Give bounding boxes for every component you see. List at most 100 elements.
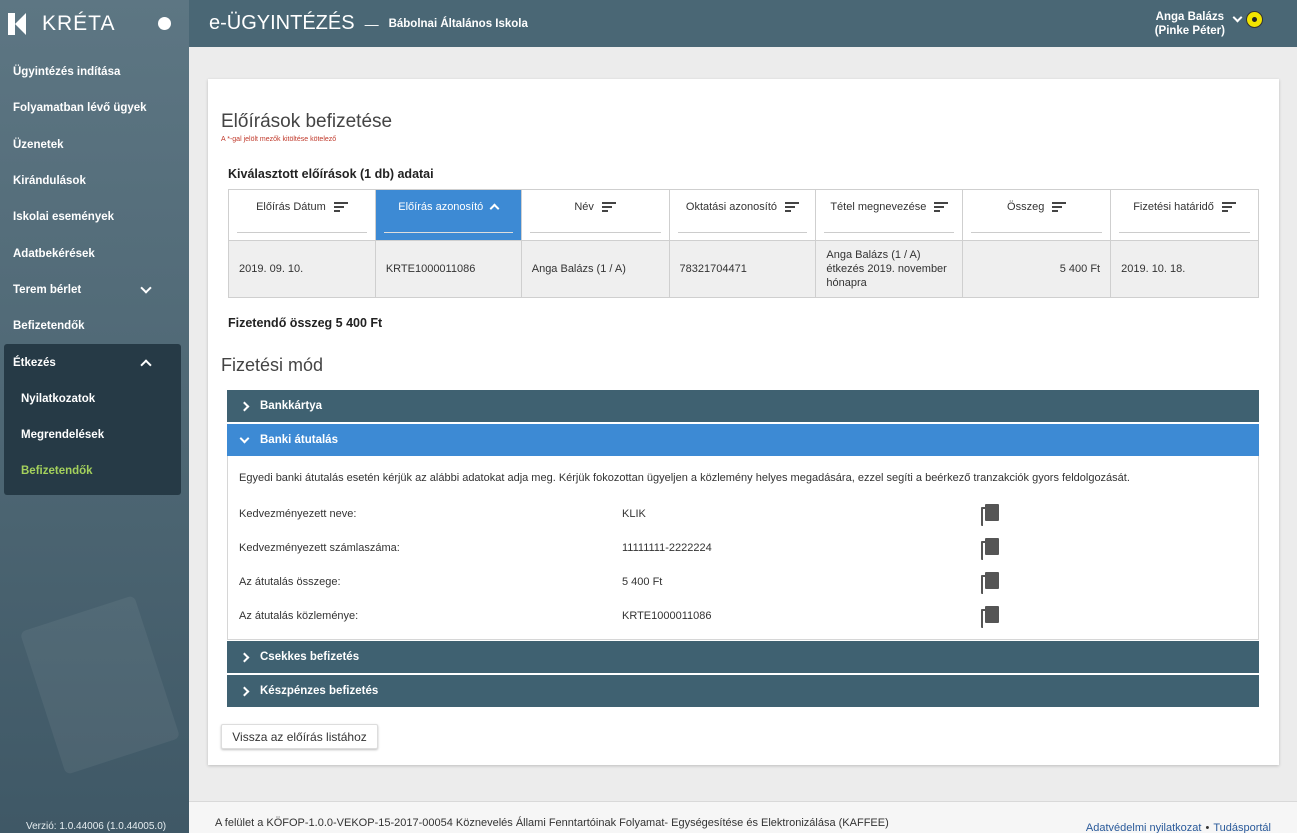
status-dot-icon[interactable] [158, 17, 171, 30]
back-to-list-button[interactable]: Vissza az előírás listához [221, 724, 378, 749]
cell-deadline: 2019. 10. 18. [1110, 240, 1259, 298]
app-title: e-ÜGYINTÉZÉS [209, 12, 355, 34]
field-label: Az átutalás összege: [239, 576, 341, 588]
field-value: 11111111-2222224 [622, 542, 712, 554]
copy-icon[interactable] [981, 606, 999, 628]
accordion-csekkes[interactable]: Csekkes befizetés [227, 641, 1259, 673]
chevron-right-icon [239, 652, 250, 662]
cell-date: 2019. 09. 10. [228, 240, 376, 298]
sidebar-item-terem-berlet[interactable]: Terem bérlet [0, 272, 189, 308]
sort-lines-icon[interactable] [1221, 202, 1236, 212]
accordion-bankkartya[interactable]: Bankkártya [227, 390, 1259, 422]
selected-items-table: Előírás Dátum Előírás azonosító Név Okta… [228, 189, 1259, 298]
footer: A felület a KÖFOP-1.0.0-VEKOP-15-2017-00… [189, 801, 1297, 833]
privacy-link[interactable]: Adatvédelmi nyilatkozat [1086, 822, 1202, 833]
kreta-logo-icon [8, 12, 30, 35]
cell-amount: 5 400 Ft [962, 240, 1112, 298]
sidebar: KRÉTA Ügyintézés indítása Folyamatban lé… [0, 0, 189, 833]
sidebar-background-decoration [19, 595, 181, 775]
sidebar-item-adatbekeresek[interactable]: Adatbekérések [0, 235, 189, 271]
column-header-name[interactable]: Név [520, 189, 670, 241]
user-subname: (Pinke Péter) [1154, 25, 1225, 37]
column-header-id[interactable]: Előírás azonosító [374, 189, 522, 241]
sort-lines-icon[interactable] [785, 202, 799, 212]
column-label: Előírás azonosító [398, 201, 484, 213]
field-label: Kedvezményezett neve: [239, 508, 357, 520]
copy-icon[interactable] [981, 538, 999, 560]
cell-name: Anga Balázs (1 / A) [520, 240, 670, 298]
title-separator: — [364, 15, 379, 32]
column-header-item[interactable]: Tétel megnevezése [815, 189, 964, 241]
accordion-label: Banki átutalás [260, 434, 338, 446]
page-title: Előírások befizetése [221, 111, 393, 132]
copy-icon[interactable] [981, 504, 999, 526]
transfer-details-panel: Egyedi banki átutalás esetén kérjük az a… [227, 456, 1259, 640]
field-value: KRTE1000011086 [622, 610, 712, 622]
sidebar-item-label: Ügyintézés indítása [13, 66, 121, 79]
main-card: Előírások befizetése A *-gal jelölt mező… [208, 79, 1279, 765]
sort-lines-icon[interactable] [601, 202, 616, 212]
chevron-down-icon [239, 433, 250, 443]
payment-method-title: Fizetési mód [221, 355, 324, 375]
field-label: Kedvezményezett számlaszáma: [239, 542, 400, 554]
top-header: e-ÜGYINTÉZÉS — Bábolnai Általános Iskola… [189, 0, 1297, 47]
sidebar-item-etkezes[interactable]: Étkezés [4, 344, 181, 380]
transfer-field-amount: Az átutalás összege: 5 400 Ft [239, 572, 1239, 594]
copy-icon[interactable] [981, 572, 999, 594]
section-title: Kiválasztott előírások (1 db) adatai [228, 167, 434, 181]
sidebar-item-label: Adatbekérések [13, 247, 95, 260]
sidebar-item-kirandulasok[interactable]: Kirándulások [0, 163, 189, 199]
table-row[interactable]: 2019. 09. 10. KRTE1000011086 Anga Balázs… [228, 240, 1259, 298]
transfer-field-account: Kedvezményezett számlaszáma: 11111111-22… [239, 538, 1239, 560]
column-label: Oktatási azonosító [685, 201, 777, 213]
sidebar-item-label: Étkezés [13, 356, 56, 369]
transfer-field-beneficiary: Kedvezményezett neve: KLIK [239, 504, 1239, 526]
accordion-label: Készpénzes befizetés [260, 685, 379, 697]
app-logo-text: KRÉTA [42, 11, 116, 35]
sidebar-item-label: Folyamatban lévő ügyek [13, 102, 147, 115]
footer-links: Adatvédelmi nyilatkozat • Tudásportál [1086, 822, 1271, 833]
sidebar-item-label: Üzenetek [13, 138, 64, 151]
sidebar-subitem-nyilatkozatok[interactable]: Nyilatkozatok [4, 381, 181, 417]
column-label: Tétel megnevezése [830, 201, 927, 213]
cell-edu-id: 78321704471 [668, 240, 817, 298]
knowledge-portal-link[interactable]: Tudásportál [1213, 822, 1271, 833]
sidebar-item-uzenetek[interactable]: Üzenetek [0, 127, 189, 163]
user-menu[interactable]: Anga Balázs (Pinke Péter) [1155, 10, 1225, 38]
sidebar-item-ugyintezes-inditasa[interactable]: Ügyintézés indítása [0, 54, 189, 90]
sidebar-subitem-befizetendok[interactable]: Befizetendők [4, 453, 181, 489]
chevron-up-icon [140, 358, 152, 371]
chevron-down-icon[interactable] [1232, 12, 1243, 23]
column-header-edu-id[interactable]: Oktatási azonosító [668, 189, 817, 241]
school-name: Bábolnai Általános Iskola [388, 17, 528, 30]
transfer-field-reference: Az átutalás közleménye: KRTE1000011086 [239, 606, 1239, 628]
column-header-date[interactable]: Előírás Dátum [228, 189, 376, 241]
accordion-keszpenzes[interactable]: Készpénzes befizetés [227, 675, 1259, 707]
sort-lines-icon[interactable] [934, 202, 949, 212]
transfer-description: Egyedi banki átutalás esetén kérjük az a… [239, 472, 1130, 484]
sidebar-item-iskolai-esemenyek[interactable]: Iskolai események [0, 199, 189, 235]
sidebar-nav: Ügyintézés indítása Folyamatban lévő ügy… [0, 54, 189, 344]
sort-lines-icon[interactable] [1052, 202, 1067, 212]
sort-lines-icon[interactable] [333, 202, 348, 212]
column-label: Összeg [1007, 201, 1045, 213]
required-fields-note: A *-gal jelölt mezők kitöltése kötelező [221, 136, 337, 143]
field-value: KLIK [622, 508, 646, 520]
footer-separator: • [1205, 822, 1210, 833]
column-header-deadline[interactable]: Fizetési határidő [1110, 189, 1259, 241]
column-label: Előírás Dátum [256, 201, 326, 213]
sidebar-subitem-megrendelesek[interactable]: Megrendelések [4, 417, 181, 453]
column-label: Fizetési határidő [1133, 201, 1214, 213]
chevron-up-icon[interactable] [489, 203, 500, 214]
accordion-label: Csekkes befizetés [260, 651, 360, 663]
sidebar-item-label: Kirándulások [13, 175, 86, 188]
accessibility-icon[interactable] [1246, 11, 1263, 28]
column-header-amount[interactable]: Összeg [962, 189, 1112, 241]
sidebar-item-befizetendok[interactable]: Befizetendők [0, 308, 189, 344]
total-amount: Fizetendő összeg 5 400 Ft [228, 316, 383, 330]
accordion-banki-atutalas[interactable]: Banki átutalás [227, 424, 1259, 456]
accordion-label: Bankkártya [260, 400, 323, 412]
column-label: Név [574, 201, 594, 213]
sidebar-item-folyamatban[interactable]: Folyamatban lévő ügyek [0, 90, 189, 126]
sidebar-group-etkezes: Étkezés Nyilatkozatok Megrendelések Befi… [4, 344, 181, 495]
